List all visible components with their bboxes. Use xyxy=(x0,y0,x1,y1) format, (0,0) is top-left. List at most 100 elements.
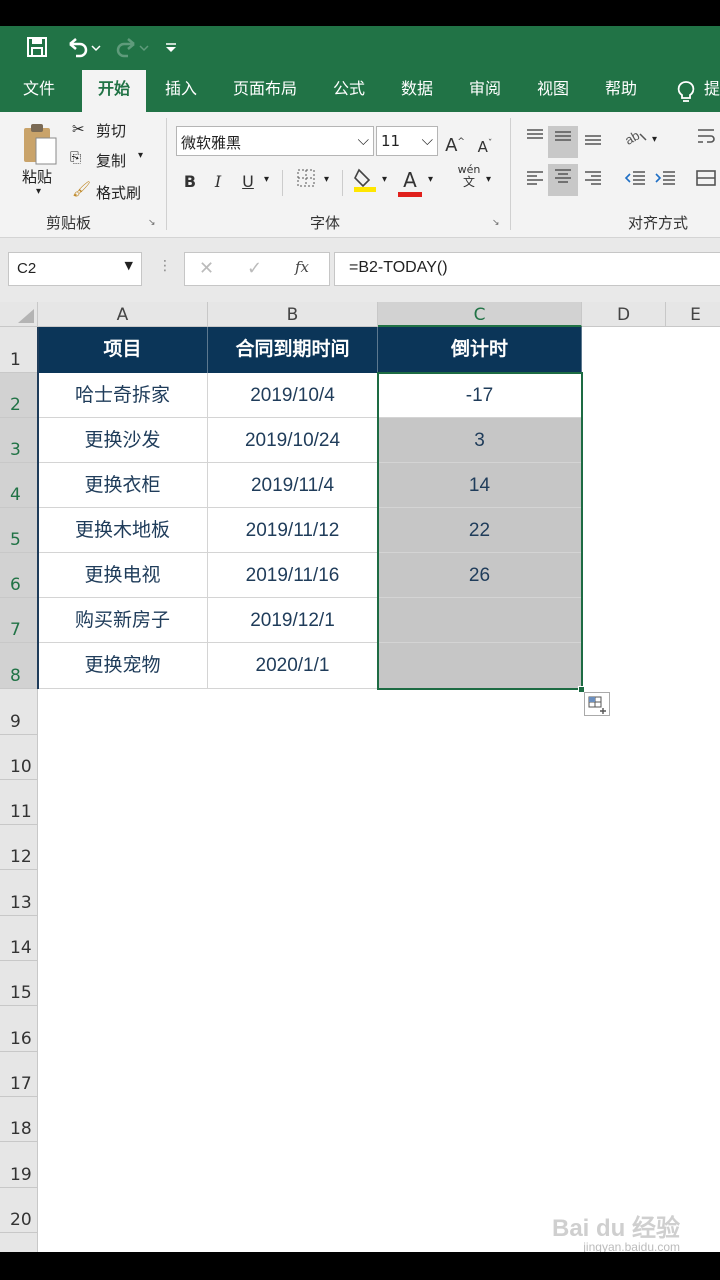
tab-home[interactable]: 开始 xyxy=(82,70,146,112)
quick-analysis-icon[interactable] xyxy=(584,692,610,716)
dialog-launcher-icon[interactable]: ↘ xyxy=(148,218,156,228)
enter-icon[interactable]: ✓ xyxy=(247,258,262,279)
row-header[interactable]: 11 xyxy=(0,780,38,825)
tab-page-layout[interactable]: 页面布局 xyxy=(224,70,306,112)
tab-file[interactable]: 文件 xyxy=(12,70,66,112)
cell-a8[interactable]: 更换宠物 xyxy=(38,643,208,689)
increase-indent-icon[interactable] xyxy=(650,168,680,196)
row-header[interactable]: 1 xyxy=(0,327,38,373)
cancel-icon[interactable]: ✕ xyxy=(199,258,214,279)
row-header[interactable]: 12 xyxy=(0,825,38,870)
cell-a5[interactable]: 更换木地板 xyxy=(38,508,208,553)
cell-c4[interactable]: 14 xyxy=(378,463,582,508)
row-header[interactable]: 13 xyxy=(0,870,38,916)
paste-button[interactable]: 粘贴 xyxy=(22,166,52,187)
row-header[interactable]: 17 xyxy=(0,1052,38,1097)
align-center-icon[interactable] xyxy=(548,164,578,196)
align-top-icon[interactable] xyxy=(520,126,550,154)
formula-input[interactable]: =B2-TODAY() xyxy=(334,252,720,286)
redo-icon[interactable] xyxy=(114,36,150,60)
tab-formulas[interactable]: 公式 xyxy=(322,70,376,112)
row-header[interactable]: 4 xyxy=(0,463,38,508)
align-right-icon[interactable] xyxy=(578,168,608,196)
phonetic-button[interactable]: wén 文 xyxy=(456,164,482,196)
cell-b4[interactable]: 2019/11/4 xyxy=(208,463,378,508)
name-box-dropdown-icon[interactable]: ▼ xyxy=(125,259,133,272)
column-header-b[interactable]: B xyxy=(208,302,378,327)
clipboard-icon[interactable] xyxy=(20,120,60,166)
header-cell-item[interactable]: 项目 xyxy=(38,327,208,373)
row-header[interactable]: 18 xyxy=(0,1097,38,1142)
header-cell-countdown[interactable]: 倒计时 xyxy=(378,327,582,373)
cell-a2[interactable]: 哈士奇拆家 xyxy=(38,373,208,418)
phonetic-dropdown-icon[interactable]: ▾ xyxy=(486,174,491,185)
decrease-indent-icon[interactable] xyxy=(620,168,650,196)
tab-review[interactable]: 审阅 xyxy=(458,70,512,112)
cell-c7[interactable] xyxy=(378,598,582,643)
tab-view[interactable]: 视图 xyxy=(526,70,580,112)
column-header-a[interactable]: A xyxy=(38,302,208,327)
font-color-dropdown-icon[interactable]: ▾ xyxy=(428,174,433,185)
align-bottom-icon[interactable] xyxy=(578,126,608,154)
grow-font-button[interactable]: A^ xyxy=(444,128,466,156)
align-left-icon[interactable] xyxy=(520,168,550,196)
copy-dropdown-icon[interactable]: ▾ xyxy=(138,150,143,161)
align-middle-icon[interactable] xyxy=(548,126,578,158)
cell-c5[interactable]: 22 xyxy=(378,508,582,553)
select-all-corner[interactable] xyxy=(0,302,38,327)
header-cell-due-date[interactable]: 合同到期时间 xyxy=(208,327,378,373)
more-options-icon[interactable]: ⋮ xyxy=(158,258,172,274)
row-header[interactable]: 19 xyxy=(0,1142,38,1188)
tab-help[interactable]: 帮助 xyxy=(594,70,648,112)
row-header[interactable]: 2 xyxy=(0,373,38,418)
customize-icon[interactable] xyxy=(164,36,178,60)
row-header[interactable]: 6 xyxy=(0,553,38,598)
wrap-text-icon[interactable] xyxy=(692,126,720,154)
fill-color-icon[interactable] xyxy=(352,166,378,194)
font-name-select[interactable]: 微软雅黑 ⌵ xyxy=(176,126,374,156)
cell-a4[interactable]: 更换衣柜 xyxy=(38,463,208,508)
cell-b5[interactable]: 2019/11/12 xyxy=(208,508,378,553)
cut-button[interactable]: 剪切 xyxy=(96,120,126,141)
italic-button[interactable]: I xyxy=(208,168,228,196)
paste-dropdown-icon[interactable]: ▾ xyxy=(36,186,41,197)
column-header-c[interactable]: C xyxy=(378,302,582,327)
row-header[interactable]: 5 xyxy=(0,508,38,553)
cell-c2-active[interactable]: -17 xyxy=(378,373,582,418)
shrink-font-button[interactable]: Aˇ xyxy=(474,130,496,158)
underline-button[interactable]: U xyxy=(236,168,260,196)
font-color-button[interactable]: A xyxy=(398,166,422,197)
underline-dropdown-icon[interactable]: ▾ xyxy=(264,174,269,185)
cell-c6[interactable]: 26 xyxy=(378,553,582,598)
tab-tell-me[interactable]: 提 xyxy=(704,70,720,112)
name-box[interactable]: C2 ▼ xyxy=(8,252,142,286)
row-header[interactable]: 15 xyxy=(0,961,38,1006)
row-header[interactable]: 14 xyxy=(0,916,38,961)
cell-a6[interactable]: 更换电视 xyxy=(38,553,208,598)
tab-insert[interactable]: 插入 xyxy=(154,70,208,112)
cell-a3[interactable]: 更换沙发 xyxy=(38,418,208,463)
cell-c3[interactable]: 3 xyxy=(378,418,582,463)
cell-b8[interactable]: 2020/1/1 xyxy=(208,643,378,689)
format-painter-button[interactable]: 格式刷 xyxy=(96,182,141,203)
row-header[interactable]: 9 xyxy=(0,689,38,735)
row-header[interactable]: 7 xyxy=(0,598,38,643)
tab-data[interactable]: 数据 xyxy=(390,70,444,112)
cell-b7[interactable]: 2019/12/1 xyxy=(208,598,378,643)
row-header[interactable]: 8 xyxy=(0,643,38,689)
cell-a7[interactable]: 购买新房子 xyxy=(38,598,208,643)
insert-function-button[interactable]: fx xyxy=(295,258,309,276)
dialog-launcher-icon[interactable]: ↘ xyxy=(492,218,500,228)
row-header[interactable]: 3 xyxy=(0,418,38,463)
lightbulb-icon[interactable] xyxy=(676,80,696,108)
column-header-e[interactable]: E xyxy=(666,302,720,327)
column-header-d[interactable]: D xyxy=(582,302,666,327)
bold-button[interactable]: B xyxy=(178,168,202,196)
row-header[interactable]: 20 xyxy=(0,1188,38,1233)
save-icon[interactable] xyxy=(26,36,48,60)
merge-center-icon[interactable] xyxy=(692,168,720,196)
row-header[interactable]: 10 xyxy=(0,735,38,780)
cell-b2[interactable]: 2019/10/4 xyxy=(208,373,378,418)
borders-dropdown-icon[interactable]: ▾ xyxy=(324,174,329,185)
copy-button[interactable]: 复制 xyxy=(96,150,126,171)
